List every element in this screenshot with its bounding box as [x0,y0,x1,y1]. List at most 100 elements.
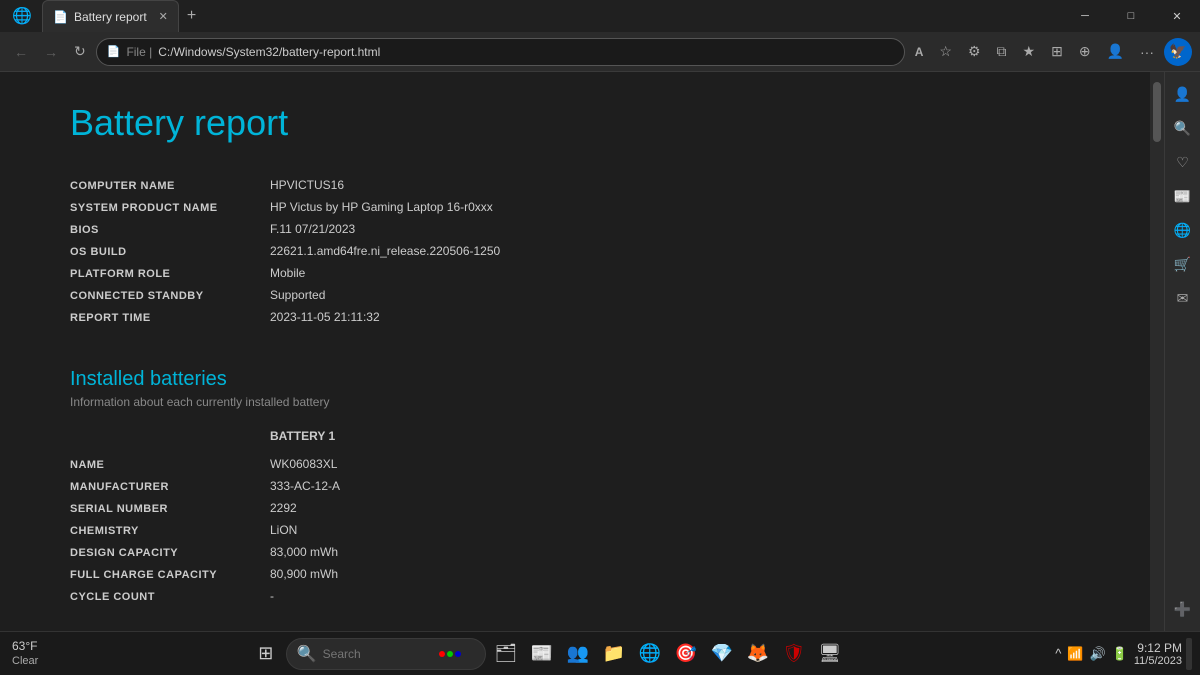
battery-info-row: CYCLE COUNT- [70,585,1100,607]
battery-info-label: CYCLE COUNT [70,591,270,603]
info-row: SYSTEM PRODUCT NAMEHP Victus by HP Gamin… [70,196,1100,218]
computer-info-table: COMPUTER NAMEHPVICTUS16SYSTEM PRODUCT NA… [70,174,1100,328]
scrollbar-track[interactable] [1150,72,1164,631]
info-label: OS BUILD [70,246,270,258]
add-fav-button[interactable]: ★ [1017,39,1042,64]
battery-info-label: DESIGN CAPACITY [70,547,270,559]
page-title: Battery report [70,102,1100,144]
info-row: REPORT TIME2023-11-05 21:11:32 [70,306,1100,328]
favorites-button[interactable]: ☆ [933,39,958,64]
time-block[interactable]: 9:12 PM 11/5/2023 [1134,641,1182,667]
antivirus-icon[interactable]: 🛡 [778,638,810,670]
info-label: COMPUTER NAME [70,180,270,192]
systray: ^ 📶 🔊 🔋 [1053,644,1130,664]
forward-button[interactable]: → [38,40,64,64]
profile-button[interactable]: 👤 [1101,39,1130,64]
search-icon: 🔍 [297,644,317,664]
more-button[interactable]: ··· [1134,40,1160,64]
battery-info-row: CHEMISTRYLiON [70,519,1100,541]
info-label: CONNECTED STANDBY [70,290,270,302]
edge-sidebar-icon-1[interactable]: 🔍 [1169,114,1197,142]
info-label: SYSTEM PRODUCT NAME [70,202,270,214]
refresh-button[interactable]: ↻ [68,39,92,64]
new-tab-button[interactable]: + [179,7,204,25]
edge-sidebar-icon-4[interactable]: 🌐 [1169,216,1197,244]
edge-sidebar-icon-2[interactable]: ♡ [1169,148,1197,176]
extensions-button[interactable]: ⊕ [1073,39,1097,64]
tab-area: 📄 Battery report ✕ + [42,0,204,32]
file-icon: 📄 [107,45,121,58]
battery-header: BATTERY 1 [70,429,1100,443]
windows-start-button[interactable]: ⊞ [250,638,282,670]
address-bar[interactable]: 📄 File | C:/Windows/System32/battery-rep… [96,38,905,66]
title-bar: 🌐 📄 Battery report ✕ + ─ □ ✕ [0,0,1200,32]
firefox-icon[interactable]: 🦊 [742,638,774,670]
terminal-icon[interactable]: 🖥 [814,638,846,670]
info-value: 2023-11-05 21:11:32 [270,310,380,324]
read-aloud-button[interactable]: A [909,41,930,63]
split-view-button[interactable]: ⧉ [991,39,1013,64]
show-desktop-button[interactable] [1186,638,1192,670]
info-row: COMPUTER NAMEHPVICTUS16 [70,174,1100,196]
battery-info-row: NAMEWK06083XL [70,453,1100,475]
battery-info-label: SERIAL NUMBER [70,503,270,515]
info-row: CONNECTED STANDBYSupported [70,284,1100,306]
battery-info-value: 2292 [270,501,297,515]
minimize-button[interactable]: ─ [1062,0,1108,32]
edge-sidebar: 👤 🔍 ♡ 📰 🌐 🛒 ✉ ➕ [1164,72,1200,631]
installed-batteries-title: Installed batteries [70,368,1100,391]
close-button[interactable]: ✕ [1154,0,1200,32]
dot-red [439,651,445,657]
maximize-button[interactable]: □ [1108,0,1154,32]
battery-info-value: 83,000 mWh [270,545,338,559]
edge-sidebar-icon-0[interactable]: 👤 [1169,80,1197,108]
weather-condition: Clear [12,655,38,667]
back-button[interactable]: ← [8,40,34,64]
app-icon-6[interactable]: 🎯 [670,638,702,670]
installed-batteries-subtitle: Information about each currently install… [70,395,1100,409]
volume-icon[interactable]: 🔊 [1088,644,1108,664]
battery-info-value: WK06083XL [270,457,337,471]
info-row: OS BUILD22621.1.amd64fre.ni_release.2205… [70,240,1100,262]
weather-widget[interactable]: 63°F Clear [8,639,42,669]
taskbar-search-bar[interactable]: 🔍 [286,638,486,670]
search-input[interactable] [323,647,433,661]
browser-content: Battery report COMPUTER NAMEHPVICTUS16SY… [0,72,1200,631]
battery-info-value: 80,900 mWh [270,567,338,581]
show-hidden-icons[interactable]: ^ [1053,644,1063,663]
tab-close-button[interactable]: ✕ [159,10,168,23]
edge-icon[interactable]: 🌐 [634,638,666,670]
battery-info-value: LiON [270,523,297,537]
teams-icon[interactable]: 👥 [562,638,594,670]
weather-temp: 63°F [12,639,37,653]
battery-icon[interactable]: 🔋 [1110,644,1130,664]
collections-button[interactable]: ⊞ [1045,39,1069,64]
active-tab[interactable]: 📄 Battery report ✕ [42,0,179,32]
info-value: HP Victus by HP Gaming Laptop 16-r0xxx [270,200,493,214]
info-value: Supported [270,288,325,302]
edge-sidebar-icon-5[interactable]: 🛒 [1169,250,1197,278]
info-row: BIOSF.11 07/21/2023 [70,218,1100,240]
battery-info-label: NAME [70,459,270,471]
edge-sidebar-icon-3[interactable]: 📰 [1169,182,1197,210]
edge-sidebar-add-icon[interactable]: ➕ [1169,595,1197,623]
edge-sidebar-icon-6[interactable]: ✉ [1169,284,1197,312]
battery-info-row: FULL CHARGE CAPACITY80,900 mWh [70,563,1100,585]
address-url: C:/Windows/System32/battery-report.html [158,45,380,59]
app-icon-7[interactable]: 💎 [706,638,738,670]
widgets-button[interactable]: 📰 [526,638,558,670]
settings-button[interactable]: ⚙ [962,39,987,64]
file-explorer-icon[interactable]: 📁 [598,638,630,670]
task-view-button[interactable]: 🗂 [490,638,522,670]
info-label: REPORT TIME [70,312,270,324]
window-controls: ─ □ ✕ [1062,0,1200,32]
edge-profile-avatar[interactable]: 🦅 [1164,38,1192,66]
taskbar-center: ⊞ 🔍 🗂 📰 👥 📁 🌐 🎯 💎 🦊 🛡 🖥 [42,638,1053,670]
battery-info-label: MANUFACTURER [70,481,270,493]
scrollbar-thumb[interactable] [1153,82,1161,142]
network-icon[interactable]: 📶 [1065,644,1085,664]
address-prefix: File | [126,45,152,59]
battery-info-table: NAMEWK06083XLMANUFACTURER333-AC-12-ASERI… [70,453,1100,607]
info-value: F.11 07/21/2023 [270,222,355,236]
battery-info-label: CHEMISTRY [70,525,270,537]
